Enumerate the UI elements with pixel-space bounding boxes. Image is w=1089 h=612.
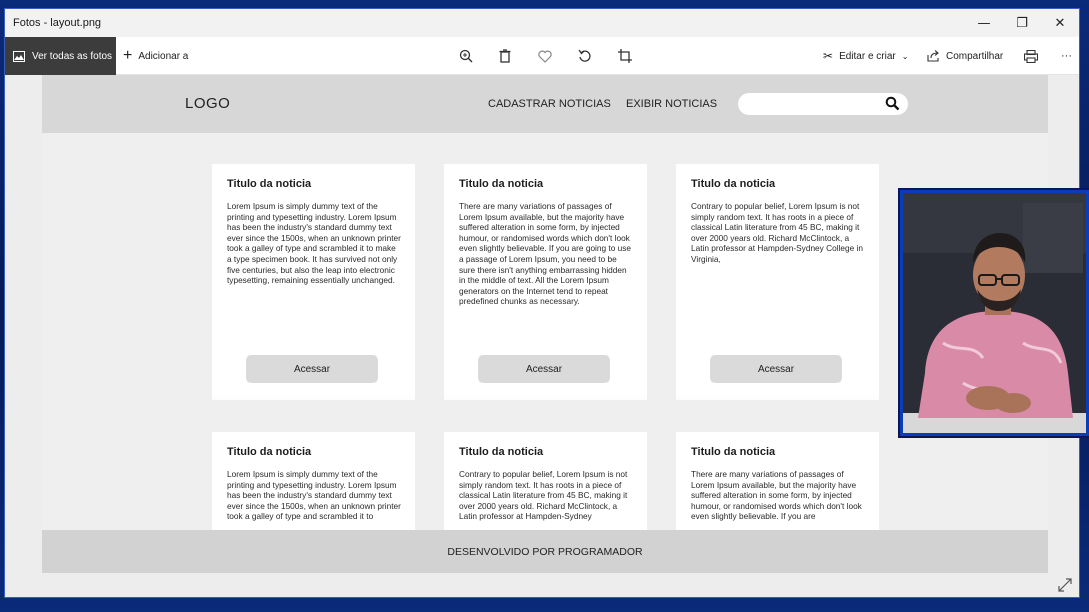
search-icon <box>885 96 900 111</box>
print-icon[interactable] <box>1021 46 1041 66</box>
news-card-body: Contrary to popular belief, Lorem Ipsum … <box>691 201 864 264</box>
mockup-footer-text: DESENVOLVIDO POR PROGRAMADOR <box>447 545 643 558</box>
photos-toolbar: Ver todas as fotos + Adicionar a ✂ Edita… <box>5 37 1079 75</box>
layout-image: LOGO CADASTRAR NOTICIAS EXIBIR NOTICIAS … <box>42 75 1048 573</box>
mockup-search-bar <box>738 93 908 115</box>
mockup-nav-cadastrar: CADASTRAR NOTICIAS <box>488 98 611 110</box>
zoom-icon[interactable] <box>456 46 476 66</box>
news-card-title: Titulo da noticia <box>459 446 544 458</box>
news-card-title: Titulo da noticia <box>691 178 776 190</box>
news-card-body: Lorem Ipsum is simply dummy text of the … <box>227 469 401 522</box>
favorite-icon[interactable] <box>535 46 555 66</box>
mockup-footer: DESENVOLVIDO POR PROGRAMADOR <box>42 530 1048 573</box>
news-card-title: Titulo da noticia <box>227 446 312 458</box>
window-controls: — ❐ ✕ <box>965 9 1079 37</box>
title-bar: Fotos - layout.png — ❐ ✕ <box>5 9 1079 37</box>
share-label: Compartilhar <box>946 50 1004 62</box>
add-to-label: Adicionar a <box>138 50 189 62</box>
news-card: Titulo da noticia Lorem Ipsum is simply … <box>212 164 415 400</box>
news-card-access-button: Acessar <box>246 355 378 383</box>
photos-icon <box>13 50 25 62</box>
window-title: Fotos - layout.png <box>13 17 102 29</box>
edit-and-create-button[interactable]: ✂ Editar e criar ⌄ <box>823 37 908 75</box>
news-card-title: Titulo da noticia <box>227 178 312 190</box>
view-all-photos-button[interactable]: Ver todas as fotos <box>5 37 116 75</box>
close-button[interactable]: ✕ <box>1041 9 1079 37</box>
crop-icon[interactable] <box>615 46 635 66</box>
news-card-access-button: Acessar <box>478 355 610 383</box>
share-icon <box>927 50 939 62</box>
resize-icon[interactable] <box>1057 577 1073 593</box>
add-to-button[interactable]: + Adicionar a <box>123 37 188 75</box>
news-card-body: There are many variations of passages of… <box>459 201 632 307</box>
rotate-icon[interactable] <box>575 46 595 66</box>
share-button[interactable]: Compartilhar <box>927 37 1003 75</box>
edit-scissors-icon: ✂ <box>823 49 834 63</box>
presenter-video <box>903 193 1086 433</box>
chevron-down-icon: ⌄ <box>901 51 909 61</box>
news-card: Titulo da noticia There are many variati… <box>444 164 647 400</box>
plus-icon: + <box>123 47 133 64</box>
minimize-button[interactable]: — <box>965 9 1003 37</box>
maximize-button[interactable]: ❐ <box>1003 9 1041 37</box>
mockup-header: LOGO CADASTRAR NOTICIAS EXIBIR NOTICIAS <box>42 75 1048 133</box>
news-card-access-button: Acessar <box>710 355 842 383</box>
news-card-title: Titulo da noticia <box>691 446 776 458</box>
mockup-nav-exibir: EXIBIR NOTICIAS <box>626 98 718 110</box>
edit-and-create-label: Editar e criar <box>839 50 896 62</box>
delete-icon[interactable] <box>495 46 515 66</box>
news-card-body: Contrary to popular belief, Lorem Ipsum … <box>459 469 628 522</box>
mockup-logo: LOGO <box>185 95 231 112</box>
news-card-body: There are many variations of passages of… <box>691 469 862 522</box>
news-card: Titulo da noticia Contrary to popular be… <box>676 164 879 400</box>
news-card-body: Lorem Ipsum is simply dummy text of the … <box>227 201 401 286</box>
row-shadow <box>42 393 1048 423</box>
webcam-overlay <box>900 190 1089 436</box>
news-card-title: Titulo da noticia <box>459 178 544 190</box>
more-options-button[interactable]: ··· <box>1061 37 1072 75</box>
view-all-photos-label: Ver todas as fotos <box>32 50 113 62</box>
